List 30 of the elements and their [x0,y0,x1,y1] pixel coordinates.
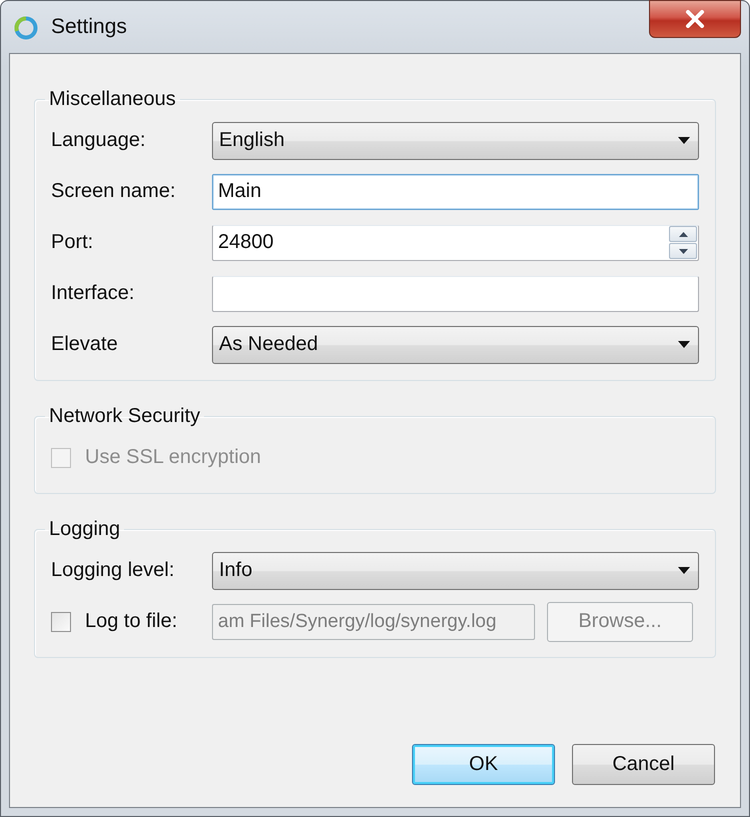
dialog-button[interactable]: OK [412,744,555,785]
text-field[interactable]: Main [212,174,699,210]
caret-icon [678,341,690,348]
spin-field[interactable]: 24800 [212,224,699,260]
checkbox-label: Use SSL encryption [85,446,262,469]
checkbox-label: Log to file: [85,610,178,633]
up-arrow-icon [678,232,688,236]
field-label: Screen name: [51,180,177,203]
field-label: Elevate [51,333,119,356]
ring-icon [13,15,39,41]
group-title: Miscellaneous [48,88,177,111]
field-label: Logging level: [51,559,176,582]
dropdown[interactable]: Info [212,552,699,590]
caret-icon [678,137,690,144]
spin-down-button[interactable] [669,243,697,259]
spin-up-button[interactable] [669,226,697,242]
window-title: Settings [51,15,127,39]
dropdown[interactable]: As Needed [212,326,699,364]
caret-icon [678,567,690,574]
down-arrow-icon [678,248,688,254]
field-label: Interface: [51,282,136,305]
group-title: Logging [48,518,122,541]
dialog-button[interactable]: Cancel [572,744,715,785]
close-icon [684,10,706,28]
dropdown[interactable]: English [212,122,699,160]
group-title: Network Security [48,405,202,428]
field-label: Language: [51,129,147,152]
text-field[interactable] [212,276,699,312]
close-button[interactable] [649,0,741,38]
field-label: Port: [51,231,94,254]
